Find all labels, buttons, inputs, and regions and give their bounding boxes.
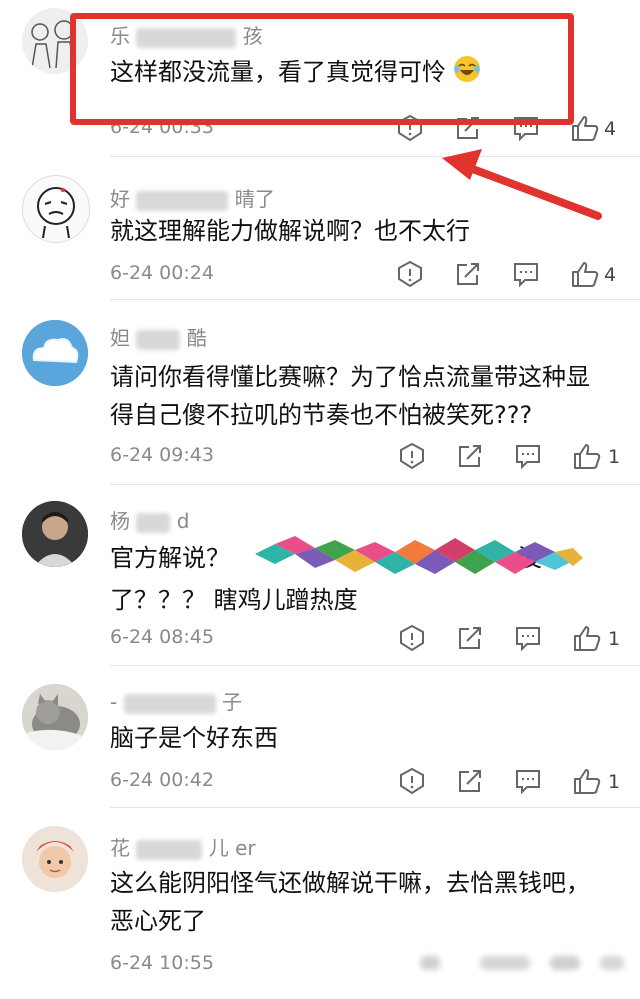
like-thumb-icon[interactable] — [570, 259, 600, 289]
username-visible-part: 妲 — [110, 326, 130, 350]
reply-icon[interactable] — [513, 766, 543, 796]
comment-text-part: 了？？？ 瞎鸡儿蹭热度 — [110, 586, 358, 614]
username-blur — [136, 839, 203, 860]
username-visible-part: 晴了 — [234, 187, 275, 211]
like-thumb-icon[interactable] — [570, 113, 600, 143]
username[interactable]: - 子 — [110, 686, 242, 715]
username-visible-part: 儿 er — [208, 836, 256, 860]
annotation-highlight-box — [70, 13, 574, 125]
share-icon[interactable] — [453, 259, 483, 289]
username-visible-part: 杨 — [110, 509, 130, 533]
comment-time: 6-24 08:45 — [110, 626, 214, 648]
comment-text: 脑子是个好东西 — [110, 724, 278, 752]
comment-item: 妲 酷 请问你看得懂比赛嘛？为了恰点流量带这种显得自己傻不拉叽的节奏也不怕被笑死… — [0, 300, 640, 485]
like-count: 1 — [608, 446, 621, 468]
username[interactable]: 杨 d — [110, 505, 189, 534]
username-blur — [136, 512, 171, 533]
share-icon[interactable] — [455, 766, 485, 796]
username-visible-part: - — [110, 690, 118, 714]
comment-text: 就这理解能力做解说啊？也不太行 — [110, 217, 470, 245]
username-blur — [136, 329, 181, 350]
like-thumb-icon[interactable] — [572, 441, 602, 471]
like-thumb-icon[interactable] — [572, 766, 602, 796]
report-icon[interactable] — [397, 623, 427, 653]
avatar[interactable] — [22, 175, 90, 243]
comment-item: 好 晴了 就这理解能力做解说啊？也不太行 6-24 00:24 4 — [0, 157, 640, 300]
username-blur — [136, 190, 229, 211]
avatar[interactable] — [22, 684, 88, 750]
reply-icon[interactable] — [511, 259, 541, 289]
comment-time: 6-24 00:42 — [110, 769, 214, 791]
reply-icon[interactable] — [513, 441, 543, 471]
username-visible-part: d — [176, 509, 190, 533]
avatar[interactable] — [22, 320, 88, 386]
censor-smear — [255, 536, 583, 574]
like-count: 1 — [608, 628, 621, 650]
comment-item: - 子 脑子是个好东西 6-24 00:42 1 — [0, 666, 640, 808]
username-visible-part: 好 — [110, 187, 130, 211]
like-count: 4 — [604, 118, 617, 140]
comment-time: 6-24 10:55 — [110, 952, 214, 974]
username[interactable]: 好 晴了 — [110, 183, 275, 212]
comment-text-part: 官方解说？ — [110, 544, 230, 572]
comment-text: 这么能阴阳怪气还做解说干嘛，去恰黑钱吧，恶心死了 — [110, 869, 590, 935]
comment-item: 花 儿 er 这么能阴阳怪气还做解说干嘛，去恰黑钱吧，恶心死了 6-24 10:… — [0, 808, 640, 999]
comment-text: 请问你看得懂比赛嘛？为了恰点流量带这种显得自己傻不拉叽的节奏也不怕被笑死??? — [110, 363, 590, 429]
comment-time: 6-24 09:43 — [110, 444, 214, 466]
reply-icon[interactable] — [513, 623, 543, 653]
share-icon[interactable] — [455, 623, 485, 653]
username-visible-part: 酷 — [186, 326, 207, 350]
username[interactable]: 妲 酷 — [110, 322, 207, 351]
username[interactable]: 花 儿 er — [110, 832, 256, 861]
blurred-actions — [420, 952, 630, 974]
avatar[interactable] — [22, 501, 88, 567]
like-count: 4 — [604, 264, 617, 286]
comment-item: 杨 d 官方解说？没 了？？？ 瞎鸡儿蹭热度 6-24 08:45 1 — [0, 485, 640, 666]
report-icon[interactable] — [397, 766, 427, 796]
share-icon[interactable] — [455, 441, 485, 471]
username-blur — [123, 693, 216, 714]
avatar[interactable] — [22, 826, 88, 892]
report-icon[interactable] — [397, 441, 427, 471]
username-visible-part: 花 — [110, 836, 130, 860]
comment-time: 6-24 00:24 — [110, 262, 214, 284]
report-icon[interactable] — [395, 259, 425, 289]
username-visible-part: 子 — [221, 690, 242, 714]
like-thumb-icon[interactable] — [572, 623, 602, 653]
like-count: 1 — [608, 771, 621, 793]
